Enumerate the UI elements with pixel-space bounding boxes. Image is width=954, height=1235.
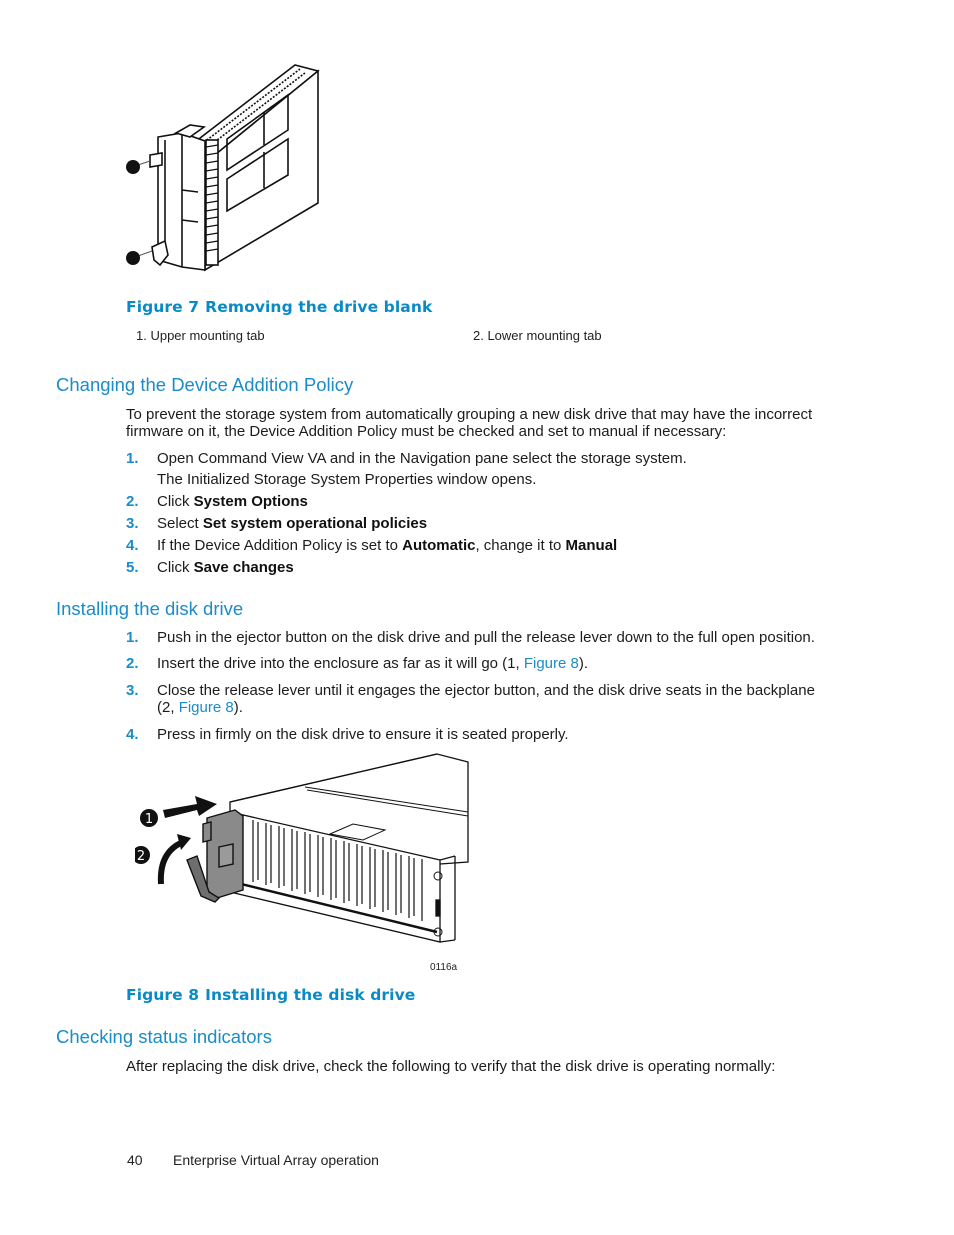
section-heading-checking-status: Checking status indicators (56, 1026, 272, 1047)
figure-8-caption: Figure 8 Installing the disk drive (126, 986, 415, 1004)
intro-line-1: To prevent the storage system from autom… (126, 406, 813, 423)
figure-8-illustration: 1 2 (135, 752, 475, 952)
rotate-arrow-icon (157, 839, 185, 885)
push-arrow-icon (163, 796, 217, 818)
step-text: Click System Options (157, 493, 308, 510)
figure-8-title: Installing the disk drive (205, 986, 416, 1004)
ui-label-automatic: Automatic (402, 537, 476, 554)
step-number: 3. (126, 515, 139, 532)
figure-7-title: Removing the drive blank (205, 298, 433, 316)
enclosure-drive-drawing: 1 2 (135, 753, 469, 943)
drive-blank-drawing (126, 64, 320, 272)
step-number: 4. (126, 726, 139, 743)
figure-8-image-code: 0116a (430, 962, 458, 973)
step-text: Insert the drive into the enclosure as f… (157, 655, 589, 672)
status-intro: After replacing the disk drive, check th… (126, 1058, 776, 1075)
step-number: 2. (126, 493, 139, 510)
step-text: If the Device Addition Policy is set to … (157, 537, 618, 554)
step-number: 2. (126, 655, 139, 672)
figure-7-caption: Figure 7 Removing the drive blank (126, 298, 432, 316)
step-text: Push in the ejector button on the disk d… (157, 629, 815, 646)
step-number: 5. (126, 559, 139, 576)
callout-2-dot (126, 251, 140, 265)
callout-2-label: 2 (137, 849, 145, 864)
figure-7-number: Figure 7 (126, 298, 200, 316)
step-text: Open Command View VA and in the Navigati… (157, 450, 687, 467)
figure-8-number: Figure 8 (126, 986, 200, 1004)
step-text: Click Save changes (157, 559, 294, 576)
step-number: 3. (126, 682, 139, 699)
step-number: 1. (126, 450, 139, 467)
page-number: 40 (127, 1152, 143, 1168)
figure-7-legend-item-1: 1. Upper mounting tab (136, 328, 265, 343)
figure-7-illustration (120, 55, 320, 275)
step-text: Select Set system operational policies (157, 515, 428, 532)
figure-8-link[interactable]: Figure 8 (179, 699, 234, 716)
intro-line-2: firmware on it, the Device Addition Poli… (126, 423, 727, 440)
step-number: 1. (126, 629, 139, 646)
device-policy-intro: To prevent the storage system from autom… (126, 406, 812, 440)
callout-1-dot (126, 160, 140, 174)
figure-8-link[interactable]: Figure 8 (524, 655, 579, 672)
section-heading-installing-disk-drive: Installing the disk drive (56, 598, 244, 619)
ui-label-set-policies: Set system operational policies (202, 515, 428, 532)
callout-1-label: 1 (145, 812, 153, 827)
section-heading-device-addition-policy: Changing the Device Addition Policy (56, 374, 354, 395)
step-text: Close the release lever until it engages… (157, 682, 815, 716)
ui-label-save-changes: Save changes (193, 559, 294, 576)
ui-label-manual: Manual (565, 537, 618, 554)
figure-7-legend-item-2: 2. Lower mounting tab (473, 328, 602, 343)
step-number: 4. (126, 537, 139, 554)
chapter-title: Enterprise Virtual Array operation (173, 1152, 379, 1168)
step-note: The Initialized Storage System Propertie… (157, 471, 537, 488)
step-text: Press in firmly on the disk drive to ens… (157, 726, 569, 743)
ui-label-system-options: System Options (193, 493, 308, 510)
